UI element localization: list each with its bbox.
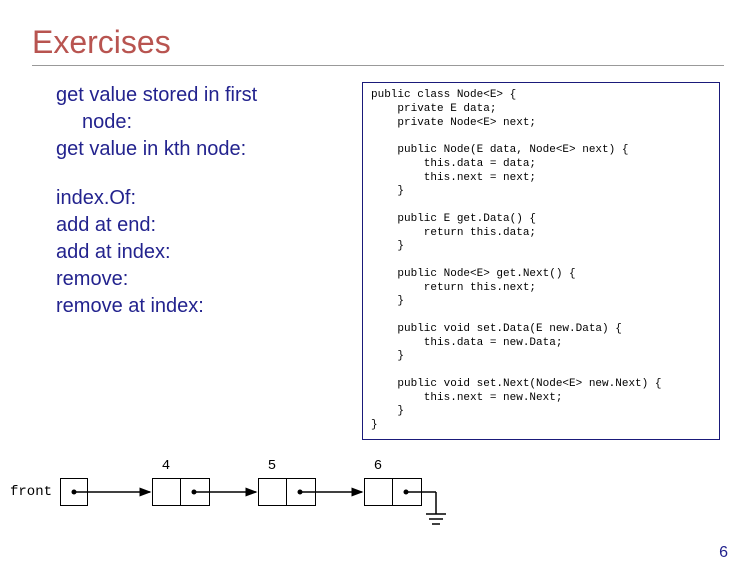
page-number: 6 [719, 544, 728, 562]
bullet-4: add at end: [56, 212, 362, 239]
linked-list-diagram: front 4 5 6 [0, 462, 460, 542]
slide-title: Exercises [32, 24, 724, 61]
bullet-column: get value stored in first node: get valu… [32, 82, 362, 320]
arrows-svg [0, 462, 460, 542]
bullet-6: remove: [56, 266, 362, 293]
bullet-5: add at index: [56, 239, 362, 266]
bullet-2: get value in kth node: [56, 136, 362, 163]
bullet-7: remove at index: [56, 293, 362, 320]
bullet-3: index.Of: [56, 185, 362, 212]
title-rule [32, 65, 724, 66]
content-row: get value stored in first node: get valu… [32, 82, 724, 440]
bullet-1: get value stored in first [56, 82, 362, 109]
bullet-1b: node: [56, 109, 362, 136]
code-box: public class Node<E> { private E data; p… [362, 82, 720, 440]
